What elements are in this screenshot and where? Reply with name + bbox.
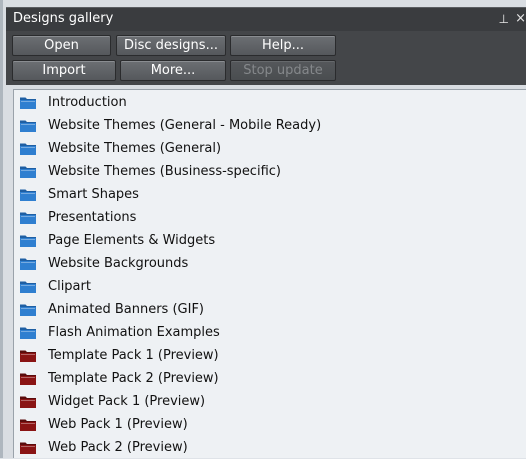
open-button[interactable]: Open xyxy=(12,35,111,56)
folder-blue-icon xyxy=(20,235,36,247)
list-item[interactable]: Page Elements & Widgets xyxy=(14,229,524,252)
list-item-label: Website Backgrounds xyxy=(48,256,189,271)
folder-blue-icon xyxy=(20,166,36,178)
folder-blue-icon xyxy=(20,304,36,316)
list-item[interactable]: Web Pack 1 (Preview) xyxy=(14,413,524,436)
list-item[interactable]: Web Pack 2 (Preview) xyxy=(14,436,524,459)
stop-update-button: Stop update xyxy=(230,60,336,81)
list-item[interactable]: Widget Pack 1 (Preview) xyxy=(14,390,524,413)
folder-blue-icon xyxy=(20,258,36,270)
list-item-label: Website Themes (General - Mobile Ready) xyxy=(48,118,322,133)
list-item[interactable]: Introduction xyxy=(14,91,524,114)
folder-blue-icon xyxy=(20,120,36,132)
more-button[interactable]: More... xyxy=(120,60,226,81)
close-icon[interactable]: × xyxy=(515,8,526,30)
list-item[interactable]: Smart Shapes xyxy=(14,183,524,206)
list-item-label: Widget Pack 1 (Preview) xyxy=(48,394,206,409)
folder-red-icon xyxy=(20,442,36,454)
list-item[interactable]: Clipart xyxy=(14,275,524,298)
list-item[interactable]: Template Pack 1 (Preview) xyxy=(14,344,524,367)
list-item[interactable]: Presentations xyxy=(14,206,524,229)
folder-red-icon xyxy=(20,396,36,408)
list-item-label: Clipart xyxy=(48,279,91,294)
list-item-label: Introduction xyxy=(48,95,127,110)
panel-titlebar: Designs gallery ⊥ × xyxy=(6,7,526,31)
list-item-label: Web Pack 1 (Preview) xyxy=(48,417,188,432)
disc-designs-button[interactable]: Disc designs... xyxy=(116,35,226,56)
list-item-label: Flash Animation Examples xyxy=(48,325,220,340)
designs-gallery-panel: Designs gallery ⊥ × Open Disc designs...… xyxy=(0,0,526,458)
gallery-toolbar: Open Disc designs... Help... Import More… xyxy=(6,31,526,85)
folder-blue-icon xyxy=(20,143,36,155)
list-item[interactable]: Website Backgrounds xyxy=(14,252,524,275)
list-item-label: Smart Shapes xyxy=(48,187,139,202)
list-item-label: Website Themes (General) xyxy=(48,141,222,156)
list-item[interactable]: Website Themes (General) xyxy=(14,137,524,160)
import-button[interactable]: Import xyxy=(12,60,116,81)
list-item-label: Presentations xyxy=(48,210,137,225)
folder-blue-icon xyxy=(20,281,36,293)
folder-blue-icon xyxy=(20,212,36,224)
list-item[interactable]: Animated Banners (GIF) xyxy=(14,298,524,321)
folder-blue-icon xyxy=(20,97,36,109)
panel-title: Designs gallery xyxy=(13,11,114,26)
gallery-list[interactable]: Introduction Website Themes (General - Mo… xyxy=(13,89,526,458)
list-item[interactable]: Website Themes (Business-specific) xyxy=(14,160,524,183)
folder-blue-icon xyxy=(20,327,36,339)
folder-red-icon xyxy=(20,419,36,431)
list-item[interactable]: Website Themes (General - Mobile Ready) xyxy=(14,114,524,137)
list-item-label: Animated Banners (GIF) xyxy=(48,302,204,317)
list-item-label: Template Pack 1 (Preview) xyxy=(48,348,219,363)
folder-blue-icon xyxy=(20,189,36,201)
list-item-label: Web Pack 2 (Preview) xyxy=(48,440,188,455)
list-item-label: Template Pack 2 (Preview) xyxy=(48,371,219,386)
pin-icon[interactable]: ⊥ xyxy=(499,8,509,30)
list-item-label: Website Themes (Business-specific) xyxy=(48,164,281,179)
folder-red-icon xyxy=(20,373,36,385)
folder-red-icon xyxy=(20,350,36,362)
list-item[interactable]: Flash Animation Examples xyxy=(14,321,524,344)
list-item[interactable]: Template Pack 2 (Preview) xyxy=(14,367,524,390)
list-item-label: Page Elements & Widgets xyxy=(48,233,216,248)
help-button[interactable]: Help... xyxy=(230,35,336,56)
